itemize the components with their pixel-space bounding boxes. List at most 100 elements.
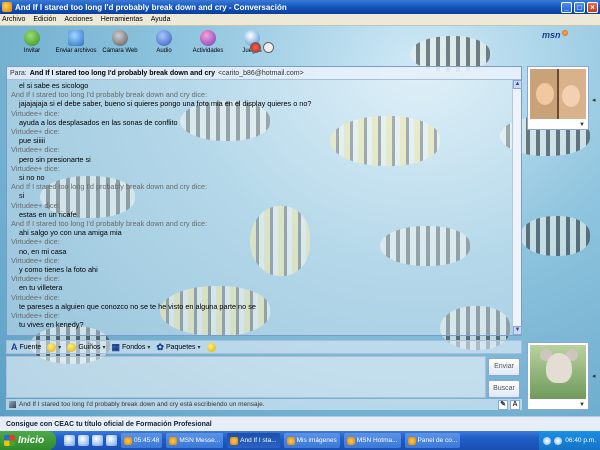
menu-herramientas[interactable]: Herramientas	[101, 16, 143, 23]
winks-label: Guiños	[78, 343, 101, 351]
handwriting-icon[interactable]: ✎	[498, 399, 508, 410]
taskbar-item-conversation[interactable]: And If I sta...	[227, 433, 280, 448]
message-scrollbar[interactable]: ▲ ▼	[512, 80, 522, 335]
window-title: And If I stared too long I'd probably br…	[15, 2, 287, 12]
backgrounds-button[interactable]: ▦ Fondos ▾	[112, 342, 151, 353]
typing-status: And If I stared too long I'd probably br…	[19, 401, 265, 408]
task-icon	[124, 436, 132, 445]
taskbar-item-msn-messenger[interactable]: MSN Messe...	[166, 433, 224, 448]
windows-flag-icon	[4, 435, 15, 446]
message-history[interactable]: el si sabe es sicologo And If I stared to…	[7, 80, 514, 335]
typing-pen-icon	[9, 401, 16, 408]
quick-launch-icon[interactable]	[78, 435, 89, 446]
tray-icon[interactable]	[554, 436, 563, 445]
msn-logo: msn	[542, 30, 568, 40]
send-button[interactable]: Enviar	[488, 358, 520, 376]
task-label: MSN Hotma...	[356, 437, 398, 444]
message-sender: Virtudee+ dice:	[11, 237, 60, 247]
chevron-down-icon[interactable]: ▼	[579, 122, 585, 128]
send-files-label: Enviar archivos	[55, 48, 97, 54]
message-sender: And If I stared too long I'd probably br…	[11, 219, 208, 229]
audio-button[interactable]: Audio	[142, 30, 186, 54]
text-mode-icon[interactable]: A	[510, 399, 520, 410]
to-label: Para:	[10, 69, 27, 77]
task-label: 05:45:48	[134, 437, 160, 444]
winks-button[interactable]: Guiños ▾	[67, 342, 106, 352]
send-files-button[interactable]: Enviar archivos	[54, 30, 98, 54]
message-input[interactable]	[6, 356, 486, 398]
start-button[interactable]: Inicio	[0, 431, 56, 450]
person-face	[562, 85, 580, 107]
send-files-icon	[68, 30, 84, 46]
message-text: ayuda a los desplasados en las sonas de …	[19, 117, 178, 127]
chevron-down-icon[interactable]: ▼	[579, 402, 585, 408]
emoticon-button[interactable]: ▾	[47, 342, 61, 352]
minimize-button[interactable]: _	[561, 1, 572, 13]
message-text: si no no	[19, 173, 45, 183]
message-sender: And If I stared too long I'd probably br…	[11, 90, 208, 100]
contact-photo	[530, 69, 586, 119]
message-text: te pareses a alguien que conozco no se t…	[19, 301, 256, 311]
message-text: si	[19, 191, 25, 201]
message-sender: Virtudee+ dice:	[11, 127, 60, 137]
msn-app-icon	[2, 2, 12, 12]
audio-icon	[156, 30, 172, 46]
advertisement-bar[interactable]: Consigue con CEAC tu título oficial de F…	[0, 416, 600, 431]
font-button[interactable]: A Fuente	[11, 342, 41, 352]
packs-label: Paquetes	[165, 343, 196, 351]
block-icon[interactable]	[250, 42, 261, 53]
message-text: y como tienes la foto ahi	[19, 265, 98, 275]
menu-edicion[interactable]: Edición	[33, 16, 56, 23]
taskbar-item-control-panel[interactable]: Panel de co...	[404, 433, 461, 448]
message-sender: Virtudee+ dice:	[11, 108, 60, 118]
font-label: Fuente	[19, 343, 42, 351]
close-button[interactable]: ×	[587, 1, 598, 13]
chevron-down-icon: ▾	[197, 344, 201, 351]
message-text: en tu villetera	[19, 283, 63, 293]
collapse-arrow-icon[interactable]: ◂	[592, 96, 596, 104]
taskbar-item-hotmail[interactable]: MSN Hotma...	[343, 433, 401, 448]
display-picture-toggle-icon[interactable]	[263, 42, 274, 53]
quick-launch-icon[interactable]	[106, 435, 117, 446]
webcam-button[interactable]: Cámara Web	[98, 30, 142, 54]
chevron-down-icon: ▾	[147, 344, 151, 351]
message-text: ahi salgo yo con una amiga mia	[19, 228, 122, 238]
message-sender: Virtudee+ dice:	[11, 200, 60, 210]
conversation-panel: Para: And If I stared too long I'd proba…	[6, 66, 522, 336]
format-toolbar: A Fuente ▾ Guiños ▾ ▦ Fondos ▾ ✿ Paquete…	[6, 340, 522, 354]
mouse-character	[546, 353, 572, 383]
message-text: pue siiiii	[19, 136, 45, 146]
scroll-up-icon[interactable]: ▲	[513, 80, 522, 89]
ad-text[interactable]: Consigue con CEAC tu título oficial de F…	[6, 421, 212, 428]
quick-launch-icon[interactable]	[64, 435, 75, 446]
search-button[interactable]: Buscar	[488, 380, 520, 398]
contact-name: And If I stared too long I'd probably br…	[29, 69, 215, 77]
taskbar-item-timer[interactable]: 05:45:48	[121, 433, 163, 448]
message-sender: Virtudee+ dice:	[11, 311, 60, 321]
collapse-arrow-icon[interactable]: ◂	[592, 372, 596, 380]
invite-button[interactable]: Invitar	[10, 30, 54, 54]
maximize-button[interactable]: □	[574, 1, 585, 13]
menu-acciones[interactable]: Acciones	[64, 16, 92, 23]
system-tray: 06:40 p.m.	[539, 431, 600, 450]
nudge-button[interactable]	[206, 342, 216, 352]
activities-label: Actividades	[192, 48, 224, 54]
webcam-icon	[112, 30, 128, 46]
toolbar: Invitar Enviar archivos Cámara Web Audio…	[0, 26, 600, 60]
taskbar-item-my-pictures[interactable]: Mis imágenes	[283, 433, 340, 448]
message-text: estas en un ricafe	[19, 209, 77, 219]
menu-bar: Archivo Edición Acciones Herramientas Ay…	[0, 14, 600, 26]
tray-icon[interactable]	[543, 436, 552, 445]
own-display-picture[interactable]: ▼	[527, 342, 589, 410]
activities-button[interactable]: Actividades	[186, 30, 230, 54]
packs-button[interactable]: ✿ Paquetes ▾	[156, 342, 200, 353]
quick-launch-icon[interactable]	[92, 435, 103, 446]
message-text: no, en mi casa	[19, 246, 67, 256]
menu-ayuda[interactable]: Ayuda	[151, 16, 171, 23]
task-icon	[230, 436, 239, 445]
contact-display-picture[interactable]: ▼	[527, 66, 589, 130]
invite-icon	[24, 30, 40, 46]
menu-archivo[interactable]: Archivo	[2, 16, 25, 23]
scroll-down-icon[interactable]: ▼	[513, 326, 522, 335]
task-icon	[169, 436, 178, 445]
